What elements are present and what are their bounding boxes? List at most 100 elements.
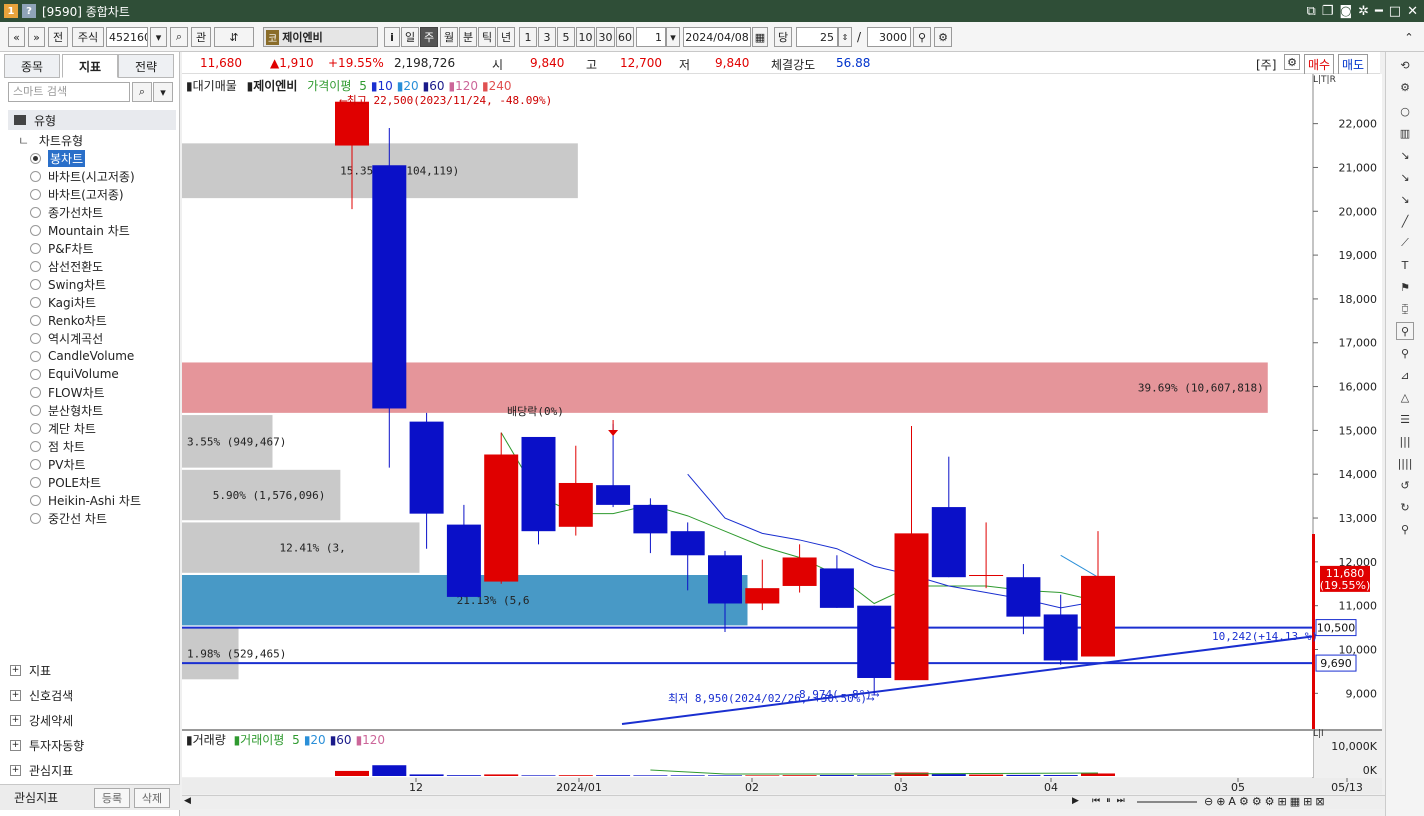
tree-sub[interactable]: ㄴ 차트유형 [18,132,83,149]
candle-body[interactable] [335,101,369,146]
delete-button[interactable]: 삭제 [134,788,170,808]
circle-icon[interactable]: ○ [1396,102,1414,120]
candle-tool-icon[interactable]: ⧮ [1396,300,1414,318]
radio-icon[interactable] [30,494,41,506]
radio-icon[interactable] [30,440,41,452]
fibonacci-icon[interactable]: ☰ [1396,410,1414,428]
period-button-0[interactable]: 일 [401,27,419,47]
maximize-button[interactable]: □ [1389,4,1401,19]
radio-icon[interactable] [30,422,41,434]
candle-body[interactable] [521,436,556,532]
legend-name[interactable]: ▮제이엔비 [247,79,298,93]
chart-type-item[interactable]: POLE차트 [30,473,178,491]
chart-type-item[interactable]: 분산형차트 [30,401,178,419]
gear-icon[interactable]: ⚙ [934,27,952,47]
tree-root[interactable]: 유형 [8,110,176,130]
chart-type-item[interactable]: CandleVolume [30,347,178,365]
period-button-4[interactable]: 틱 [478,27,496,47]
vol-axis-mode-icon[interactable]: L|I [1313,729,1324,739]
legend-ma-120[interactable]: ▮120 [448,79,478,93]
candle-body[interactable] [1081,575,1115,657]
calendar-icon[interactable]: ▦ [752,27,768,47]
interval-button-60[interactable]: 60 [616,27,634,47]
chart-type-item[interactable]: Kagi차트 [30,293,178,311]
link-icon[interactable]: ⧉ [1306,4,1315,19]
auto-tool-icon[interactable]: ⟋ [1396,234,1414,252]
chart-scrollbar[interactable]: ◀ ▶ ⏮⏸⏭ ⊖⊕A⚙⚙⚙⊞▦⊞⊠ [182,795,1385,809]
period-button-5[interactable]: 년 [497,27,515,47]
scroll-right-icon[interactable]: ▶ [1072,796,1079,806]
chart-type-item[interactable]: 삼선전환도 [30,257,178,275]
chart-type-item[interactable]: 종가선차트 [30,203,178,221]
trend-tool-icon[interactable]: ↘ [1396,190,1414,208]
alarm-tool-icon[interactable]: ⚑ [1396,278,1414,296]
candle-body[interactable] [857,605,892,678]
period-button-2[interactable]: 월 [440,27,458,47]
settings-icon[interactable]: ✲ [1358,4,1369,19]
vol-legend-title[interactable]: ▮거래량 [186,733,226,747]
candle-body[interactable] [446,524,481,597]
candle-body[interactable] [372,165,407,409]
measure-icon[interactable]: ⊿ [1396,366,1414,384]
chart-type-item[interactable]: FLOW차트 [30,383,178,401]
radio-icon[interactable] [30,278,41,290]
expand-icon[interactable]: + [10,690,21,701]
tab-2[interactable]: 전략 [118,54,174,78]
price-chart[interactable]: 15.35% (4,104,119)39.69% (10,607,818)3.5… [182,74,1382,810]
diagonal-tool-icon[interactable]: ╱ [1396,212,1414,230]
interval-button-1[interactable]: 1 [519,27,537,47]
interval-button-3[interactable]: 3 [538,27,556,47]
chart-type-item[interactable]: 봉차트 [30,149,178,167]
asset-type-select[interactable]: 주식 [72,27,104,47]
refresh-icon[interactable]: ⟲ [1396,56,1414,74]
ray-tool-icon[interactable]: ↘ [1396,168,1414,186]
indicator-group[interactable]: + 관심지표 [10,758,178,783]
prev-button[interactable]: 전 [48,27,68,47]
legend-ma-60[interactable]: ▮60 [423,79,445,93]
interval-button-10[interactable]: 10 [576,27,595,47]
search-icon[interactable]: ⚲ [1396,520,1414,538]
radio-icon[interactable] [30,170,41,182]
radio-icon[interactable] [30,332,41,344]
indicator-group[interactable]: + 지표 [10,658,178,683]
radio-icon[interactable] [30,152,41,164]
vol-legend-ma-20[interactable]: ▮20 [304,733,326,747]
buy-button[interactable]: 매수 [1304,54,1335,75]
camera-icon[interactable]: ◙ [1339,4,1352,19]
copy-icon[interactable]: ❐ [1322,4,1334,19]
candle-body[interactable] [558,482,593,527]
legend-ma-20[interactable]: ▮20 [397,79,419,93]
sell-button[interactable]: 매도 [1338,54,1369,75]
expand-icon[interactable]: + [10,715,21,726]
smart-search-input[interactable]: 스마트 검색 [8,82,130,102]
indicator-group[interactable]: + 신호검색 [10,683,178,708]
chart-type-item[interactable]: 역시계곡선 [30,329,178,347]
interval-button-30[interactable]: 30 [596,27,615,47]
candle-body[interactable] [969,575,1004,577]
zoom-tool-icon[interactable]: ⚲ [1396,322,1414,340]
unit-input[interactable]: 1 [636,27,666,47]
candle-body[interactable] [745,588,780,604]
updown-button[interactable]: ⇵ [214,27,254,47]
stock-name-field[interactable]: 코 제이엔비 [263,27,378,47]
chart-type-item[interactable]: PV차트 [30,455,178,473]
chart-type-item[interactable]: Mountain 차트 [30,221,178,239]
chart-type-item[interactable]: 바차트(고저종) [30,185,178,203]
radio-icon[interactable] [30,242,41,254]
relation-button[interactable]: 관 [191,27,211,47]
expand-icon[interactable]: + [10,665,21,676]
period-button-1[interactable]: 주 [420,27,438,47]
radio-icon[interactable] [30,296,41,308]
forward-button[interactable]: » [28,27,45,47]
radio-icon[interactable] [30,188,41,200]
radio-icon[interactable] [30,350,41,362]
chart-type-item[interactable]: 계단 차트 [30,419,178,437]
chart-icon[interactable]: ▥ [1396,124,1414,142]
indicator-group[interactable]: + 투자자동향 [10,733,178,758]
candle-body[interactable] [633,504,668,534]
radio-icon[interactable] [30,404,41,416]
radio-icon[interactable] [30,260,41,272]
candle-body[interactable] [708,555,742,604]
radio-icon[interactable] [30,386,41,398]
chart-type-item[interactable]: 중간선 차트 [30,509,178,527]
